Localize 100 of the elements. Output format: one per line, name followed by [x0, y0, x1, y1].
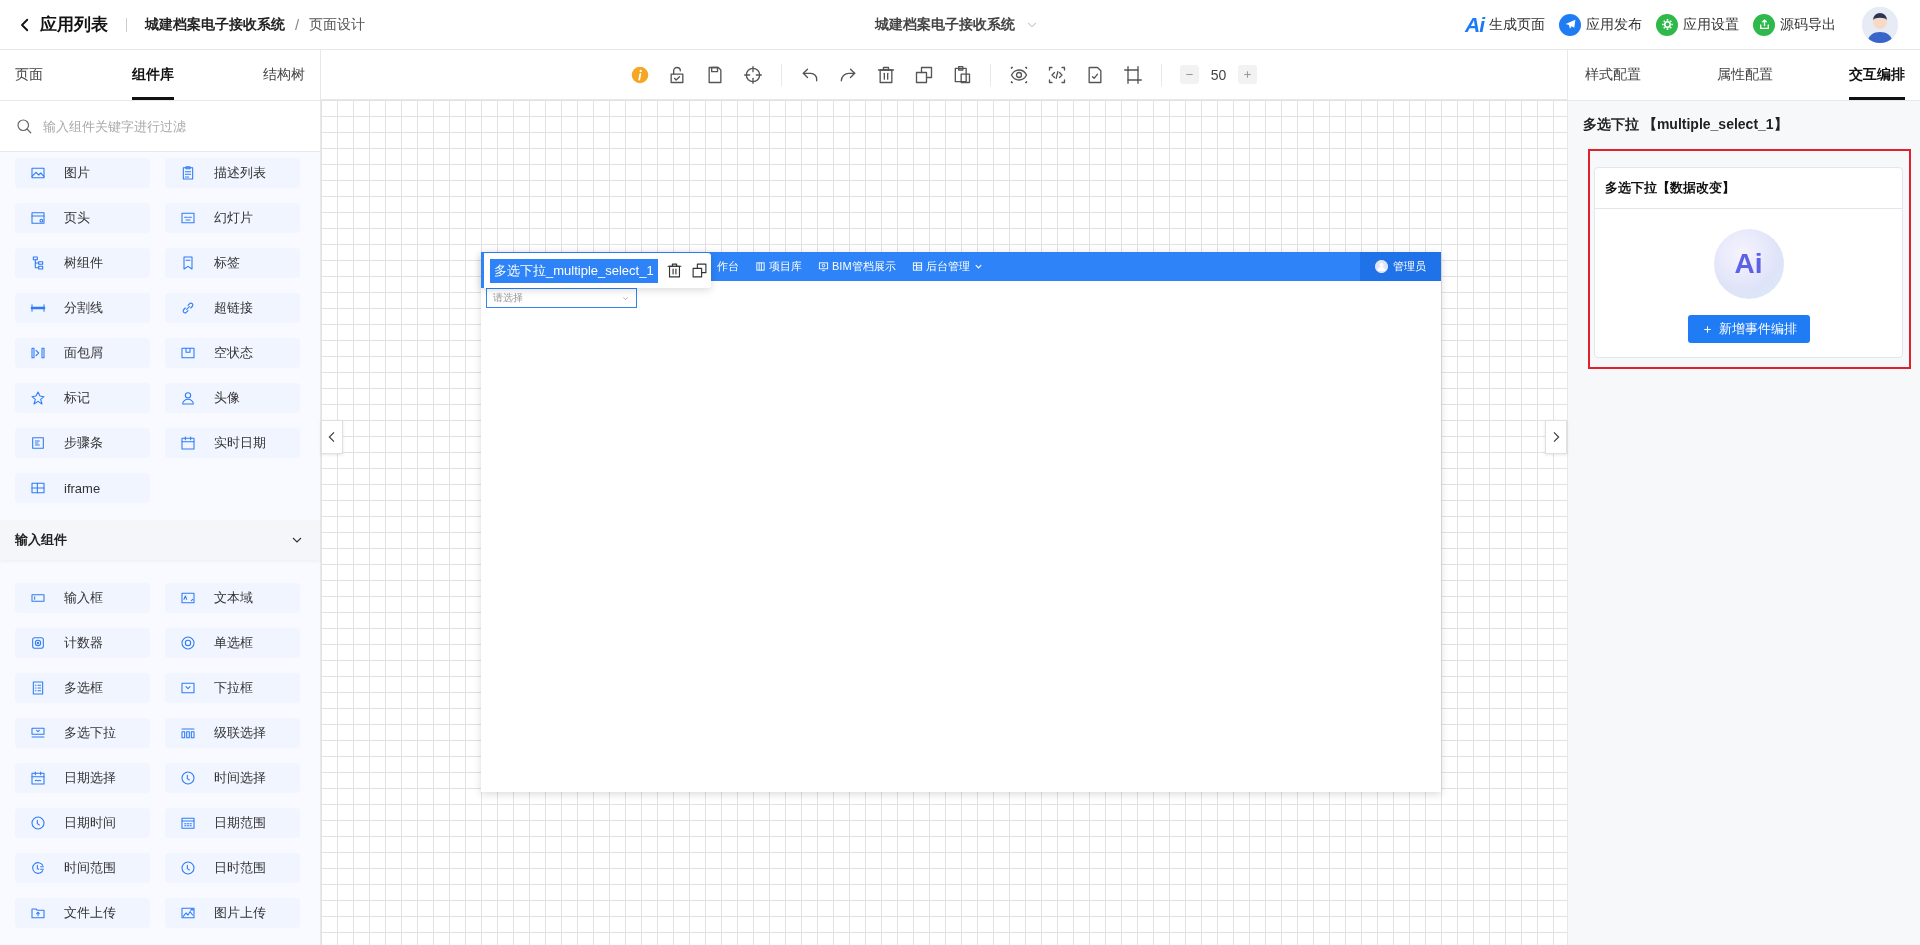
search-field[interactable]: 输入组件关键字进行过滤	[0, 101, 320, 152]
app-switcher[interactable]: 城建档案电子接收系统	[707, 15, 1207, 34]
clock-icon	[30, 815, 46, 831]
component-item[interactable]: 下拉框	[165, 673, 300, 703]
collapse-left-button[interactable]	[321, 420, 343, 454]
component-item[interactable]: 日期时间	[15, 808, 150, 838]
header-action-button[interactable]: 应用发布	[1559, 13, 1642, 36]
collapse-right-button[interactable]	[1545, 420, 1567, 454]
component-item[interactable]: 空状态	[165, 338, 300, 368]
calendar-icon	[180, 435, 196, 451]
image-icon	[180, 905, 196, 921]
export-icon	[1753, 13, 1775, 36]
component-item[interactable]: 输入框	[15, 583, 150, 613]
delete-icon[interactable]	[875, 64, 896, 85]
app-switcher-label: 城建档案电子接收系统	[875, 15, 1015, 34]
nav-item[interactable]: 作台	[717, 259, 739, 274]
component-item[interactable]: 页头	[15, 203, 150, 233]
component-item[interactable]: 多选框	[15, 673, 150, 703]
panel-tab[interactable]: 结构树	[263, 50, 305, 100]
counter-icon	[30, 635, 46, 651]
section-title: 输入组件	[15, 531, 67, 549]
component-item[interactable]: 日时范围	[165, 853, 300, 883]
component-item[interactable]: 树组件	[15, 248, 150, 278]
copy-icon[interactable]	[690, 262, 708, 279]
nav-item[interactable]: 项目库	[755, 259, 802, 274]
component-item[interactable]: 文件上传	[15, 898, 150, 928]
header-action-button[interactable]: 源码导出	[1753, 13, 1836, 36]
table-icon	[911, 261, 923, 272]
user-icon	[180, 390, 196, 406]
component-item[interactable]: iframe	[15, 473, 150, 503]
window-icon	[30, 210, 46, 226]
clock-icon	[30, 860, 46, 876]
calendar-icon	[30, 770, 46, 786]
component-item[interactable]: 标签	[165, 248, 300, 278]
panel-tab[interactable]: 属性配置	[1717, 50, 1773, 100]
ai-badge: Ai	[1713, 229, 1784, 299]
component-item[interactable]: 超链接	[165, 293, 300, 323]
component-item[interactable]: 日期选择	[15, 763, 150, 793]
component-item[interactable]: 日期范围	[165, 808, 300, 838]
dropdown-icon	[180, 680, 196, 696]
panel-tab[interactable]: 页面	[15, 50, 43, 100]
avatar-icon[interactable]	[1862, 6, 1898, 43]
slide-icon	[180, 210, 196, 226]
preview-icon[interactable]	[1008, 64, 1029, 85]
avatar-icon	[1375, 260, 1388, 273]
clock-icon	[180, 770, 196, 786]
component-item[interactable]: 级联选择	[165, 718, 300, 748]
link-icon	[180, 300, 196, 316]
component-item[interactable]: 图片	[15, 158, 150, 188]
textarea-icon	[180, 590, 196, 606]
component-item[interactable]: 时间选择	[165, 763, 300, 793]
component-item[interactable]: 幻灯片	[165, 203, 300, 233]
zoom-in-button[interactable]	[1238, 65, 1258, 84]
radio-icon	[180, 635, 196, 651]
breadcrumb-separator: /	[295, 16, 300, 33]
component-item[interactable]: 描述列表	[165, 158, 300, 188]
component-item[interactable]: 实时日期	[165, 428, 300, 458]
nav-item[interactable]: BIM管档展示	[818, 259, 896, 274]
gear-icon	[1656, 13, 1678, 36]
code-icon[interactable]	[1046, 64, 1067, 85]
component-item[interactable]: 图片上传	[165, 898, 300, 928]
component-item[interactable]: 面包屑	[15, 338, 150, 368]
panel-tab[interactable]: 交互编排	[1849, 50, 1905, 100]
zoom-value: 50	[1210, 66, 1227, 83]
box-icon	[180, 345, 196, 361]
event-title: 多选下拉【数据改变】	[1595, 168, 1902, 209]
nav-item[interactable]: 后台管理	[911, 259, 984, 274]
target-icon[interactable]	[742, 64, 763, 85]
calendar-icon	[180, 815, 196, 831]
component-item[interactable]: 单选框	[165, 628, 300, 658]
pin-icon	[30, 390, 46, 406]
crop-icon[interactable]	[1122, 64, 1143, 85]
user-menu[interactable]: 管理员	[1360, 252, 1441, 281]
dropdown-icon	[30, 725, 46, 741]
panel-tab[interactable]: 样式配置	[1585, 50, 1641, 100]
add-event-button[interactable]: 新增事件编排	[1687, 315, 1810, 343]
component-item[interactable]: 分割线	[15, 293, 150, 323]
list-icon	[30, 435, 46, 451]
component-label: 多选下拉_multiple_select_1	[490, 258, 658, 283]
header-action-button[interactable]: Ai 生成页面	[1465, 12, 1545, 37]
checklist-icon	[30, 680, 46, 696]
back-link[interactable]: 应用列表	[16, 13, 108, 36]
paper-plane-icon	[1559, 13, 1581, 36]
header-action-button[interactable]: 应用设置	[1656, 13, 1739, 36]
breadcrumb-icon	[30, 345, 46, 361]
section-header[interactable]: 输入组件	[0, 520, 320, 560]
component-item[interactable]: 头像	[165, 383, 300, 413]
tree-icon	[30, 255, 46, 271]
component-item[interactable]: 多选下拉	[15, 718, 150, 748]
app-name: 城建档案电子接收系统	[145, 15, 285, 34]
component-item[interactable]: 计数器	[15, 628, 150, 658]
component-item[interactable]: 标记	[15, 383, 150, 413]
delete-icon[interactable]	[665, 262, 683, 279]
component-item[interactable]: 时间范围	[15, 853, 150, 883]
layout-icon	[30, 480, 46, 496]
component-item[interactable]: 步骤条	[15, 428, 150, 458]
copy-icon[interactable]	[913, 64, 934, 85]
user-name: 管理员	[1393, 259, 1426, 274]
component-item[interactable]: 文本域	[165, 583, 300, 613]
clock-icon	[180, 860, 196, 876]
